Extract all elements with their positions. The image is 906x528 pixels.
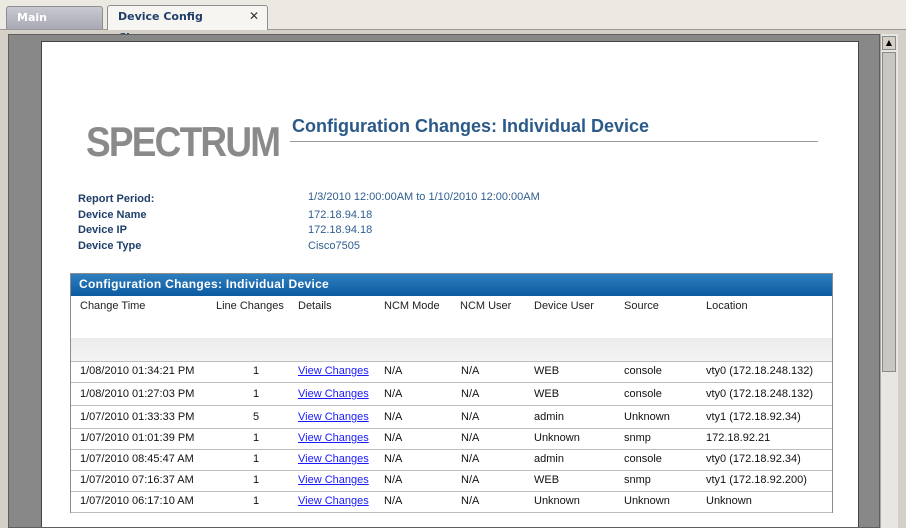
cell-location: vty0 (172.18.248.132) — [706, 388, 814, 400]
cell-source: Unknown — [624, 411, 670, 423]
cell-line-changes: 1 — [252, 432, 260, 444]
cell-device-user: WEB — [534, 388, 560, 400]
cell-change-time: 1/07/2010 08:45:47 AM — [80, 453, 194, 465]
device-name-label: Device Name — [78, 209, 147, 221]
cell-source: snmp — [624, 432, 651, 444]
cell-change-time: 1/08/2010 01:27:03 PM — [80, 388, 195, 400]
cell-ncm-mode: N/A — [384, 365, 403, 377]
cell-ncm-mode: N/A — [384, 411, 403, 423]
cell-ncm-user: N/A — [461, 432, 480, 444]
col-header-ncm-mode: NCM Mode — [384, 300, 440, 312]
cell-ncm-user: N/A — [461, 474, 480, 486]
device-type-label: Device Type — [78, 240, 142, 252]
device-name-value: 172.18.94.18 — [308, 209, 373, 221]
cell-ncm-mode: N/A — [384, 495, 403, 507]
col-header-location: Location — [706, 300, 748, 312]
report-page: SPECTRUM Configuration Changes: Individu… — [41, 41, 859, 527]
cell-source: snmp — [624, 474, 651, 486]
cell-line-changes: 1 — [252, 365, 260, 377]
col-header-line-changes: Line Changes — [216, 300, 284, 312]
cell-ncm-user: N/A — [461, 365, 480, 377]
cell-ncm-user: N/A — [461, 453, 480, 465]
table-title: Configuration Changes: Individual Device — [71, 274, 832, 296]
cell-change-time: 1/07/2010 06:17:10 AM — [80, 495, 194, 507]
col-header-details: Details — [298, 300, 332, 312]
cell-device-user: Unknown — [534, 495, 580, 507]
report-period-value: 1/3/2010 12:00:00AM to 1/10/2010 12:00:0… — [308, 191, 540, 203]
view-changes-link[interactable]: View Changes — [298, 495, 369, 507]
view-changes-link[interactable]: View Changes — [298, 474, 369, 486]
cell-ncm-mode: N/A — [384, 474, 403, 486]
cell-location: vty1 (172.18.92.200) — [706, 474, 807, 486]
scrollbar-thumb[interactable] — [882, 52, 896, 372]
table-row: 1/07/2010 06:17:10 AM 1 View Changes N/A N/A… — [71, 492, 832, 513]
spectrum-logo: SPECTRUM — [86, 118, 281, 165]
cell-source: console — [624, 388, 662, 400]
cell-source: Unknown — [624, 495, 670, 507]
cell-location: vty0 (172.18.248.132) — [706, 365, 814, 377]
config-changes-table: Configuration Changes: Individual Device… — [70, 273, 833, 513]
cell-location: 172.18.92.21 — [706, 432, 771, 444]
col-header-device-user: Device User — [534, 300, 594, 312]
cell-source: console — [624, 453, 662, 465]
table-header-row: Change Time Line Changes Details NCM Mod… — [71, 296, 832, 362]
cell-device-user: WEB — [534, 474, 560, 486]
table-row: 1/07/2010 01:01:39 PM 1 View Changes N/A N/A… — [71, 429, 832, 450]
cell-ncm-mode: N/A — [384, 388, 403, 400]
cell-line-changes: 5 — [252, 411, 260, 423]
cell-source: console — [624, 365, 662, 377]
close-icon[interactable]: ✕ — [249, 6, 259, 27]
cell-ncm-user: N/A — [461, 495, 480, 507]
cell-line-changes: 1 — [252, 388, 260, 400]
cell-ncm-mode: N/A — [384, 453, 403, 465]
col-header-ncm-user: NCM User — [460, 300, 512, 312]
cell-ncm-user: N/A — [461, 388, 480, 400]
scroll-up-arrow-icon[interactable]: ▲ — [882, 36, 896, 50]
view-changes-link[interactable]: View Changes — [298, 388, 369, 400]
vertical-scrollbar[interactable]: ▲ — [880, 34, 898, 528]
report-title: Configuration Changes: Individual Device — [292, 116, 650, 136]
cell-line-changes: 1 — [252, 474, 260, 486]
table-row: 1/07/2010 01:33:33 PM 5 View Changes N/A N/A… — [71, 408, 832, 429]
cell-ncm-user: N/A — [461, 411, 480, 423]
cell-change-time: 1/07/2010 07:16:37 AM — [80, 474, 194, 486]
cell-line-changes: 1 — [252, 495, 260, 507]
tab-bar: Main Report Device Config Changes ✕ — [0, 0, 906, 45]
tab-main-report[interactable]: Main Report — [6, 6, 103, 45]
cell-device-user: admin — [534, 453, 564, 465]
cell-device-user: Unknown — [534, 432, 580, 444]
cell-device-user: WEB — [534, 365, 560, 377]
device-ip-label: Device IP — [78, 224, 127, 236]
view-changes-link[interactable]: View Changes — [298, 432, 369, 444]
cell-ncm-mode: N/A — [384, 432, 403, 444]
cell-location: vty1 (172.18.92.34) — [706, 411, 801, 423]
cell-location: vty0 (172.18.92.34) — [706, 453, 801, 465]
report-viewport: SPECTRUM Configuration Changes: Individu… — [8, 34, 880, 528]
report-period-label: Report Period: — [78, 193, 155, 205]
tab-device-config-changes[interactable]: Device Config Changes ✕ — [107, 5, 268, 44]
col-header-source: Source — [624, 300, 659, 312]
cell-change-time: 1/08/2010 01:34:21 PM — [80, 365, 195, 377]
device-ip-value: 172.18.94.18 — [308, 224, 373, 236]
table-row: 1/08/2010 01:34:21 PM 1 View Changes N/A N/A… — [71, 362, 832, 383]
table-row: 1/07/2010 08:45:47 AM 1 View Changes N/A N/A… — [71, 450, 832, 471]
cell-change-time: 1/07/2010 01:33:33 PM — [80, 411, 195, 423]
cell-device-user: admin — [534, 411, 564, 423]
view-changes-link[interactable]: View Changes — [298, 453, 369, 465]
window-edge — [898, 34, 906, 528]
cell-location: Unknown — [706, 495, 752, 507]
cell-line-changes: 1 — [252, 453, 260, 465]
col-header-change-time: Change Time — [80, 300, 146, 312]
title-divider — [290, 141, 818, 142]
device-type-value: Cisco7505 — [308, 240, 360, 252]
cell-change-time: 1/07/2010 01:01:39 PM — [80, 432, 195, 444]
view-changes-link[interactable]: View Changes — [298, 365, 369, 377]
table-row: 1/07/2010 07:16:37 AM 1 View Changes N/A N/A… — [71, 471, 832, 492]
view-changes-link[interactable]: View Changes — [298, 411, 369, 423]
table-row: 1/08/2010 01:27:03 PM 1 View Changes N/A N/A… — [71, 385, 832, 406]
